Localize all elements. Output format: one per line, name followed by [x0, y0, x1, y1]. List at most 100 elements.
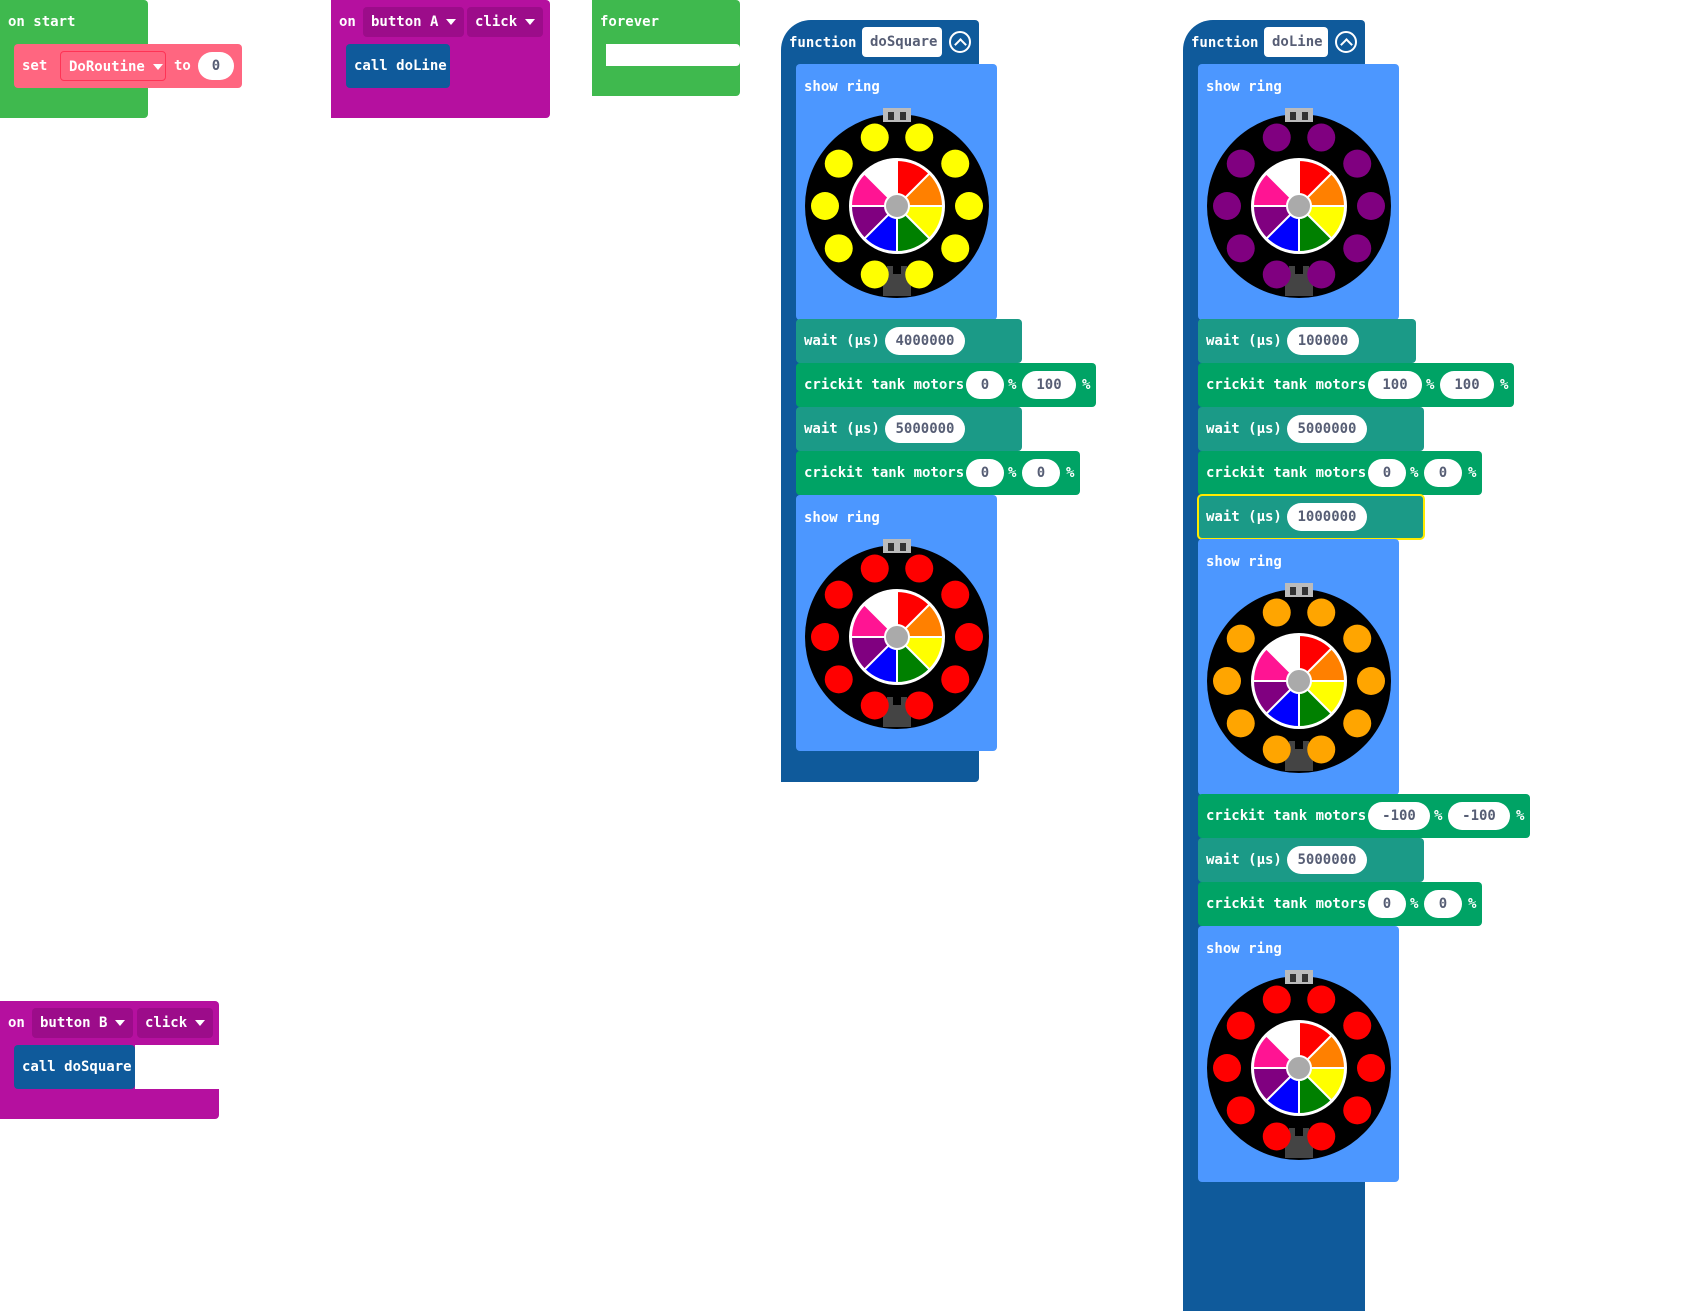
led-ring[interactable]	[797, 102, 997, 302]
set-value-input[interactable]: 0	[198, 52, 234, 80]
tank-motors-block[interactable]: crickit tank motors 0% 0%	[1198, 451, 1482, 495]
wait-block[interactable]: wait (µs) 5000000	[1198, 407, 1424, 451]
wait-block[interactable]: wait (µs) 4000000	[796, 319, 1022, 363]
wait-value-input[interactable]: 4000000	[885, 327, 965, 355]
percent-label: %	[1066, 465, 1075, 481]
percent-label: %	[1008, 465, 1017, 481]
led-dot	[1343, 709, 1372, 738]
function-name-field[interactable]: doSquare	[862, 27, 942, 57]
set-variable-block[interactable]: set DoRoutine to 0	[14, 44, 242, 88]
right-motor-input[interactable]: 100	[1022, 371, 1076, 399]
wait-value-input[interactable]: 1000000	[1287, 503, 1367, 531]
show-ring-block[interactable]: show ring	[1198, 926, 1399, 1182]
led-dot	[1343, 1011, 1372, 1040]
button-a-dropdown[interactable]: button A	[363, 7, 465, 37]
call-doline-block[interactable]: call doLine	[346, 44, 450, 88]
event-a-dropdown[interactable]: click	[467, 7, 544, 37]
led-ring[interactable]	[1199, 577, 1399, 777]
button-b-slot	[135, 1045, 219, 1089]
led-ring-icon[interactable]	[797, 533, 997, 733]
percent-label: %	[1410, 896, 1419, 912]
chevron-down-icon	[195, 1020, 206, 1026]
percent-label: %	[1468, 896, 1477, 912]
function-keyword: function	[1191, 35, 1259, 51]
led-dot	[1343, 234, 1372, 263]
tank-motors-label: crickit tank motors	[1206, 896, 1367, 912]
left-motor-input[interactable]: 0	[966, 459, 1004, 487]
collapse-icon[interactable]	[949, 31, 971, 53]
wait-block[interactable]: wait (µs) 100000	[1198, 319, 1416, 363]
percent-label: %	[1516, 808, 1525, 824]
left-motor-input[interactable]: 0	[966, 371, 1004, 399]
left-motor-input[interactable]: 0	[1368, 459, 1406, 487]
forever-label: forever	[600, 14, 660, 30]
led-ring[interactable]	[1199, 102, 1399, 302]
led-dot	[1226, 149, 1255, 178]
led-dot	[955, 623, 983, 651]
led-dot	[941, 665, 970, 694]
led-dot	[941, 149, 970, 178]
right-motor-input[interactable]: 0	[1022, 459, 1060, 487]
wait-block[interactable]: wait (µs) 5000000	[1198, 838, 1424, 882]
collapse-icon[interactable]	[1335, 31, 1357, 53]
left-motor-input[interactable]: -100	[1368, 802, 1430, 830]
led-ring[interactable]	[797, 533, 997, 733]
to-label: to	[174, 58, 191, 74]
chevron-down-icon	[115, 1020, 126, 1026]
show-ring-block[interactable]: show ring	[796, 495, 997, 751]
led-dot	[1343, 1096, 1372, 1125]
led-ring-icon[interactable]	[797, 102, 997, 302]
percent-label: %	[1008, 377, 1017, 393]
show-ring-block[interactable]: show ring	[1198, 539, 1399, 795]
led-ring-icon[interactable]	[1199, 102, 1399, 302]
led-dot	[905, 554, 934, 583]
function-name-field[interactable]: doLine	[1264, 27, 1328, 57]
wait-value-input[interactable]: 100000	[1287, 327, 1359, 355]
right-motor-input[interactable]: -100	[1448, 802, 1510, 830]
right-motor-input[interactable]: 100	[1440, 371, 1494, 399]
show-ring-block[interactable]: show ring	[796, 64, 997, 320]
tank-motors-label: crickit tank motors	[1206, 377, 1367, 393]
led-dot	[1226, 1011, 1255, 1040]
wait-block[interactable]: wait (µs) 1000000	[1197, 494, 1425, 540]
percent-label: %	[1426, 377, 1435, 393]
wait-value-input[interactable]: 5000000	[1287, 846, 1367, 874]
led-ring-icon[interactable]	[1199, 577, 1399, 777]
wait-block[interactable]: wait (µs) 5000000	[796, 407, 1022, 451]
right-motor-input[interactable]: 0	[1424, 890, 1462, 918]
tank-motors-block[interactable]: crickit tank motors 0% 0%	[796, 451, 1080, 495]
forever-block[interactable]: forever	[592, 0, 740, 96]
show-ring-label: show ring	[1206, 941, 1282, 957]
right-motor-input[interactable]: 0	[1424, 459, 1462, 487]
event-b-dropdown[interactable]: click	[137, 1008, 214, 1038]
tank-motors-block[interactable]: crickit tank motors 0% 0%	[1198, 882, 1482, 926]
led-dot	[1213, 667, 1241, 695]
tank-motors-block[interactable]: crickit tank motors 0% 100%	[796, 363, 1096, 407]
call-dosquare-block[interactable]: call doSquare	[14, 1045, 135, 1089]
tank-motors-block[interactable]: crickit tank motors -100% -100%	[1198, 794, 1530, 838]
led-dot	[941, 580, 970, 609]
led-dot	[860, 554, 889, 583]
led-dot	[1343, 149, 1372, 178]
wait-value-input[interactable]: 5000000	[885, 415, 965, 443]
percent-label: %	[1468, 465, 1477, 481]
led-dot	[955, 192, 983, 220]
led-dot	[1357, 1054, 1385, 1082]
show-ring-label: show ring	[804, 79, 880, 95]
led-ring[interactable]	[1199, 964, 1399, 1164]
led-ring-icon[interactable]	[1199, 964, 1399, 1164]
button-b-dropdown[interactable]: button B	[32, 1008, 134, 1038]
wait-value-input[interactable]: 5000000	[1287, 415, 1367, 443]
led-dot	[1307, 260, 1336, 289]
variable-dropdown[interactable]: DoRoutine	[60, 51, 166, 81]
show-ring-label: show ring	[804, 510, 880, 526]
led-dot	[1213, 1054, 1241, 1082]
led-dot	[1357, 192, 1385, 220]
on-start-label: on start	[8, 14, 76, 30]
show-ring-block[interactable]: show ring	[1198, 64, 1399, 320]
show-ring-label: show ring	[1206, 554, 1282, 570]
wait-label: wait (µs)	[1206, 333, 1282, 349]
left-motor-input[interactable]: 100	[1368, 371, 1422, 399]
left-motor-input[interactable]: 0	[1368, 890, 1406, 918]
tank-motors-block[interactable]: crickit tank motors 100% 100%	[1198, 363, 1514, 407]
